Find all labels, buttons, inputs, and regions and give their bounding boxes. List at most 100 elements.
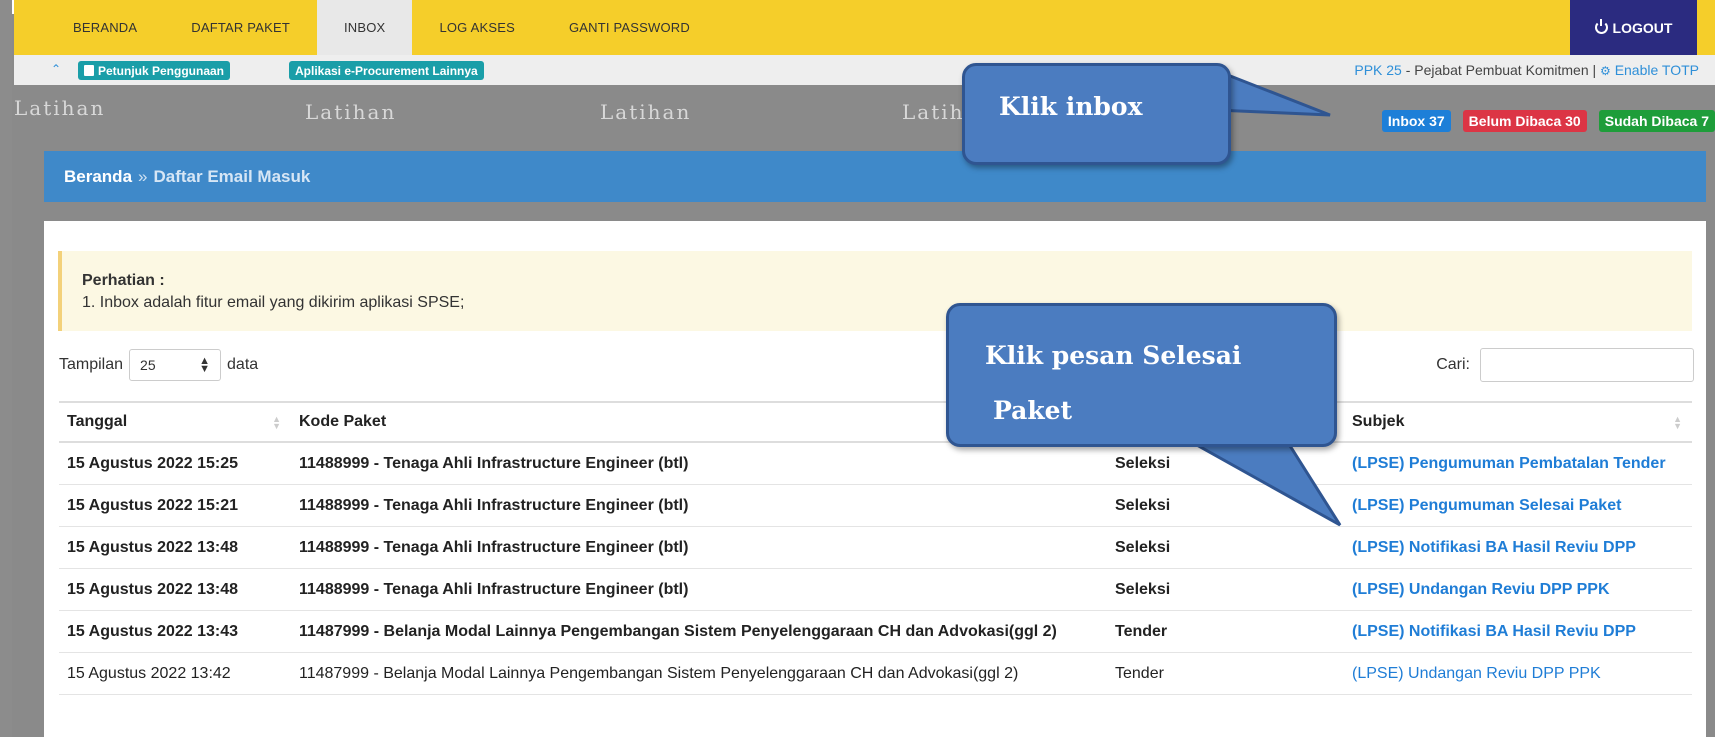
nav-daftar-paket[interactable]: DAFTAR PAKET <box>164 0 317 55</box>
package-code: 11487999 <box>299 665 369 682</box>
notice-title: Perhatian : <box>82 272 165 289</box>
notice-text: 1. Inbox adalah fitur email yang dikirim… <box>82 294 465 311</box>
sort-icon: ▲ ▼ <box>1673 414 1682 431</box>
inbox-table: Tanggal ▲ ▼ Kode Paket Subjek ▲ ▼ 15 Agustus… <box>59 401 1692 695</box>
cell-package: 11487999 - Belanja Modal Lainnya Pengemb… <box>291 610 1107 653</box>
cell-subject[interactable]: (LPSE) Undangan Reviu DPP PPK <box>1344 652 1692 695</box>
nav-ganti-password[interactable]: GANTI PASSWORD <box>542 0 717 55</box>
window-left-edge <box>0 0 12 737</box>
breadcrumb-separator: » <box>138 166 148 186</box>
guide-label: Petunjuk Penggunaan <box>98 63 225 78</box>
logout-button[interactable]: LOGOUT <box>1570 0 1697 55</box>
show-label: Tampilan <box>59 356 124 373</box>
top-navigation: BERANDA DAFTAR PAKET INBOX LOG AKSES GAN… <box>14 0 1715 55</box>
callout-klik-selesai-paket: Klik pesan Selesai Paket <box>946 303 1337 447</box>
breadcrumb: Beranda » Daftar Email Masuk <box>44 151 1706 202</box>
callout-selesai-text-line2: Paket <box>993 396 1073 425</box>
watermark-text: Latihan <box>14 96 106 120</box>
cell-package: 11488999 - Tenaga Ahli Infrastructure En… <box>291 442 1107 485</box>
table-row[interactable]: 15 Agustus 2022 15:25 11488999 - Tenaga A… <box>59 442 1692 485</box>
nav-inbox[interactable]: INBOX <box>316 0 413 55</box>
table-header-row: Tanggal ▲ ▼ Kode Paket Subjek ▲ ▼ <box>59 401 1692 443</box>
package-name: Tenaga Ahli Infrastructure Engineer (btl… <box>383 455 689 472</box>
cell-date: 15 Agustus 2022 13:48 <box>59 526 291 569</box>
table-row[interactable]: 15 Agustus 2022 13:43 11487999 - Belanja … <box>59 610 1692 653</box>
cell-type: Seleksi <box>1107 568 1344 611</box>
key-icon: ⚙ <box>1600 64 1611 78</box>
unread-count-badge[interactable]: Belum Dibaca 30 <box>1462 110 1587 132</box>
table-row[interactable]: 15 Agustus 2022 15:21 11488999 - Tenaga A… <box>59 484 1692 527</box>
package-code: 11488999 <box>299 455 370 472</box>
book-icon <box>84 65 94 76</box>
cell-subject[interactable]: (LPSE) Pengumuman Selesai Paket <box>1344 484 1692 527</box>
package-code: 11488999 <box>299 581 370 598</box>
cell-type: Tender <box>1107 652 1344 695</box>
cell-subject[interactable]: (LPSE) Notifikasi BA Hasil Reviu DPP <box>1344 610 1692 653</box>
page-size-select[interactable]: 25 ▲ ▼ <box>129 349 222 381</box>
table-row[interactable]: 15 Agustus 2022 13:42 11487999 - Belanja … <box>59 652 1692 695</box>
breadcrumb-current: Daftar Email Masuk <box>153 166 311 186</box>
table-row[interactable]: 15 Agustus 2022 13:48 11488999 - Tenaga A… <box>59 568 1692 611</box>
cell-date: 15 Agustus 2022 13:43 <box>59 610 291 653</box>
enable-totp-link[interactable]: Enable TOTP <box>1615 62 1699 78</box>
package-separator: - <box>369 665 384 682</box>
inbox-count-badge[interactable]: Inbox 37 <box>1381 110 1451 132</box>
user-info: PPK 25 - Pejabat Pembuat Komitmen | ⚙ En… <box>1354 62 1699 78</box>
package-name: Belanja Modal Lainnya Pengembangan Siste… <box>383 623 1057 640</box>
page-size-value: 25 <box>140 357 156 373</box>
cell-date: 15 Agustus 2022 15:21 <box>59 484 291 527</box>
read-count-badge[interactable]: Sudah Dibaca 7 <box>1598 110 1715 132</box>
callout-selesai-text-line1: Klik pesan Selesai <box>985 341 1242 370</box>
sort-icon: ▲ ▼ <box>272 414 281 431</box>
search-input[interactable] <box>1480 348 1694 382</box>
cell-package: 11488999 - Tenaga Ahli Infrastructure En… <box>291 568 1107 611</box>
search-label: Cari: <box>1436 356 1470 373</box>
cell-date: 15 Agustus 2022 13:42 <box>59 652 291 695</box>
column-header-subjek[interactable]: Subjek ▲ ▼ <box>1344 401 1692 443</box>
eproc-label: Aplikasi e-Procurement Lainnya <box>295 63 478 78</box>
table-row[interactable]: 15 Agustus 2022 13:48 11488999 - Tenaga A… <box>59 526 1692 569</box>
column-header-label: Subjek <box>1352 413 1405 430</box>
package-name: Tenaga Ahli Infrastructure Engineer (btl… <box>383 539 689 556</box>
cell-package: 11487999 - Belanja Modal Lainnya Pengemb… <box>291 652 1107 695</box>
cell-date: 15 Agustus 2022 15:25 <box>59 442 291 485</box>
cell-type: Seleksi <box>1107 526 1344 569</box>
data-label: data <box>227 356 259 373</box>
cell-subject[interactable]: (LPSE) Notifikasi BA Hasil Reviu DPP <box>1344 526 1692 569</box>
user-description: - Pejabat Pembuat Komitmen | <box>1401 62 1601 78</box>
package-code: 11488999 <box>299 539 370 556</box>
page-size-control: Tampilan 25 ▲ ▼ data <box>59 349 258 381</box>
cell-subject[interactable]: (LPSE) Undangan Reviu DPP PPK <box>1344 568 1692 611</box>
package-code: 11487999 <box>299 623 370 640</box>
cell-package: 11488999 - Tenaga Ahli Infrastructure En… <box>291 484 1107 527</box>
column-header-label: Tanggal <box>67 413 128 430</box>
watermark-text: Latihan <box>600 100 692 124</box>
column-header-label: Kode Paket <box>299 413 387 430</box>
package-separator: - <box>369 623 384 640</box>
sort-updown-icon: ▲ ▼ <box>199 355 211 375</box>
inbox-badges: Inbox 37 Belum Dibaca 30 Sudah Dibaca 7 <box>1381 110 1715 132</box>
notice-alert: Perhatian : 1. Inbox adalah fitur email … <box>58 251 1692 331</box>
eproc-button[interactable]: Aplikasi e-Procurement Lainnya <box>289 61 484 80</box>
power-icon <box>1594 19 1608 34</box>
guide-button[interactable]: Petunjuk Penggunaan <box>78 61 231 80</box>
package-code: 11488999 <box>299 497 370 514</box>
logout-label: LOGOUT <box>1612 19 1673 36</box>
cell-subject[interactable]: (LPSE) Pengumuman Pembatalan Tender <box>1344 442 1692 485</box>
search-control: Cari: <box>1436 348 1694 382</box>
package-separator: - <box>369 539 384 556</box>
chevron-up-icon[interactable]: ⌃ <box>51 62 61 76</box>
cell-type: Tender <box>1107 610 1344 653</box>
sub-toolbar: ⌃ Petunjuk Penggunaan Aplikasi e-Procure… <box>14 55 1715 85</box>
column-header-tanggal[interactable]: Tanggal ▲ ▼ <box>59 401 291 443</box>
package-separator: - <box>369 581 384 598</box>
callout-inbox-text: Klik inbox <box>999 92 1143 121</box>
user-role-link[interactable]: PPK 25 <box>1354 62 1401 78</box>
package-separator: - <box>369 455 384 472</box>
watermark-text: Latihan <box>305 100 397 124</box>
breadcrumb-home[interactable]: Beranda <box>64 167 132 187</box>
nav-log-akses[interactable]: LOG AKSES <box>412 0 542 55</box>
package-name: Belanja Modal Lainnya Pengembangan Siste… <box>383 665 1019 682</box>
nav-beranda[interactable]: BERANDA <box>14 0 164 55</box>
package-name: Tenaga Ahli Infrastructure Engineer (btl… <box>383 581 689 598</box>
